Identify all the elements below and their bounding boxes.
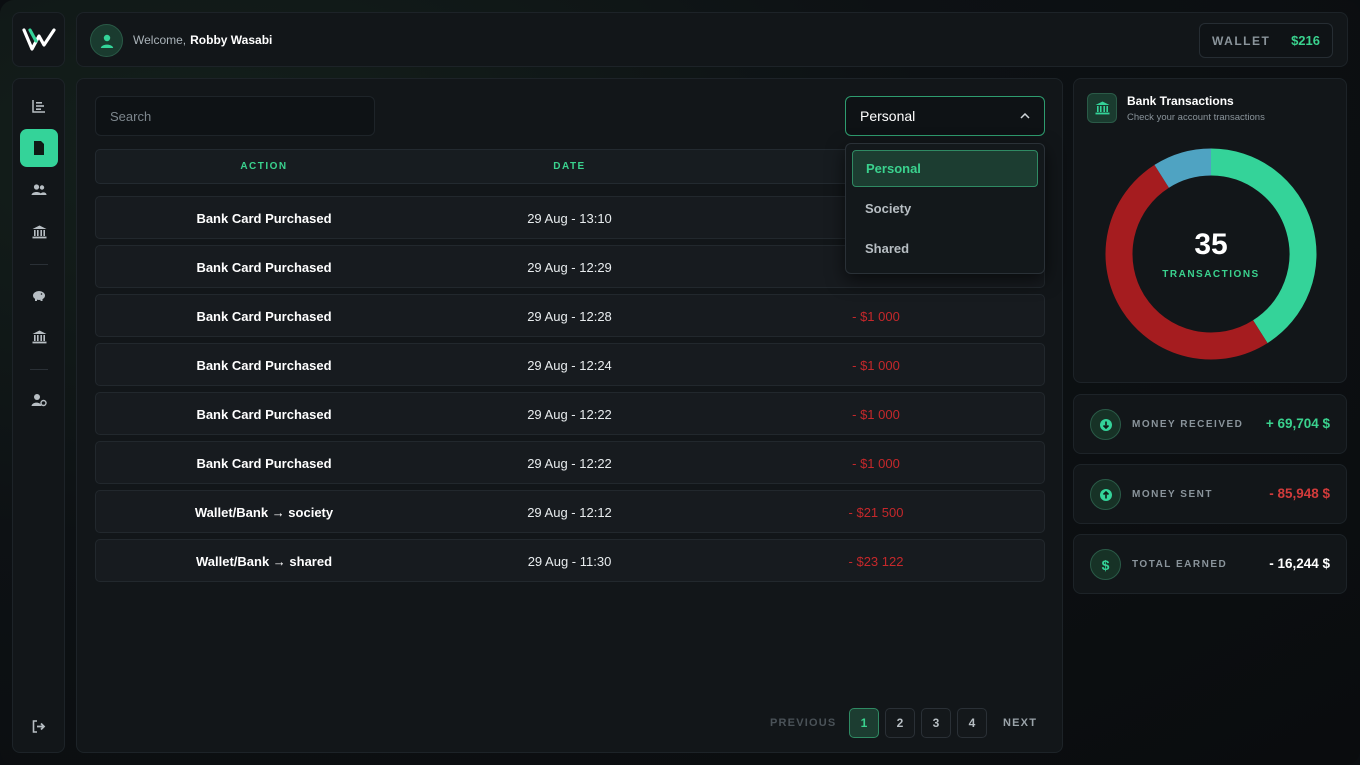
sidebar-item-savings[interactable] (20, 276, 58, 314)
sidebar-item-bank-2[interactable] (20, 318, 58, 356)
pagination-next[interactable]: NEXT (1003, 717, 1037, 729)
column-header-date[interactable]: DATE (433, 161, 706, 172)
page-button-4[interactable]: 4 (957, 708, 987, 738)
table-row[interactable]: Wallet/Bank → society 29 Aug - 12:12 - $21… (95, 490, 1045, 533)
app-window: Welcome, Robby Wasabi WALLET $216 Search… (0, 0, 1360, 765)
wallet-amount: $216 (1291, 33, 1320, 48)
bank-icon (1095, 101, 1109, 115)
page-button-2[interactable]: 2 (885, 708, 915, 738)
bank-icon (32, 330, 46, 344)
row-action: Wallet/Bank → society (194, 505, 334, 520)
stat-money-received: MONEY RECEIVED + 69,704 $ (1073, 394, 1347, 454)
table-row[interactable]: Bank Card Purchased 29 Aug - 12:22 - $1 00… (95, 441, 1045, 484)
username: Robby Wasabi (190, 33, 273, 47)
stat-money-sent: MONEY SENT - 85,948 $ (1073, 464, 1347, 524)
sidebar-item-stats[interactable] (20, 87, 58, 125)
table-row[interactable]: Bank Card Purchased 29 Aug - 12:28 - $1 00… (95, 294, 1045, 337)
row-date: 29 Aug - 12:28 (527, 309, 612, 324)
logo-icon (21, 27, 56, 51)
sidebar-item-bank[interactable] (20, 213, 58, 251)
users-icon (31, 184, 47, 195)
stat-value: - 16,244 $ (1269, 556, 1330, 571)
row-action: Bank Card Purchased (196, 456, 332, 471)
logo[interactable] (12, 12, 65, 67)
bank-card-subtitle: Check your account transactions (1127, 112, 1265, 123)
top-header: Welcome, Robby Wasabi WALLET $216 (76, 12, 1348, 67)
wallet-label: WALLET (1212, 33, 1271, 48)
row-action: Bank Card Purchased (196, 211, 332, 226)
wallet-balance: WALLET $216 (1199, 23, 1333, 58)
welcome-text: Welcome, Robby Wasabi (133, 33, 272, 47)
stat-icon-badge (1090, 479, 1121, 510)
dollar-icon: $ (1101, 556, 1110, 573)
page-button-3[interactable]: 3 (921, 708, 951, 738)
bank-icon-badge (1087, 93, 1117, 123)
document-icon (34, 141, 44, 155)
row-amount: - $1 000 (852, 456, 900, 471)
chevron-up-icon (1020, 113, 1030, 119)
row-action: Wallet/Bank → shared (195, 554, 333, 569)
sidebar-item-transactions[interactable] (20, 129, 58, 167)
user-settings-icon (31, 394, 47, 407)
row-date: 29 Aug - 12:24 (527, 358, 612, 373)
stat-total-earned: $ TOTAL EARNED - 16,244 $ (1073, 534, 1347, 594)
user-icon (100, 34, 113, 48)
transactions-count-label: TRANSACTIONS (1162, 269, 1260, 280)
table-row[interactable]: Bank Card Purchased 29 Aug - 12:24 - $1 00… (95, 343, 1045, 386)
donut-slice-blue (1154, 148, 1212, 188)
chart-icon (32, 100, 45, 113)
row-action: Bank Card Purchased (196, 358, 332, 373)
bank-card-title: Bank Transactions (1127, 94, 1234, 108)
logout-button[interactable] (20, 707, 58, 745)
stat-value: + 69,704 $ (1265, 416, 1330, 431)
piggy-bank-icon (33, 291, 45, 301)
row-amount: - $1 000 (852, 358, 900, 373)
select-value: Personal (860, 108, 916, 124)
row-date: 29 Aug - 12:29 (527, 260, 612, 275)
arrow-up-icon (1099, 488, 1112, 501)
table-row[interactable]: Bank Card Purchased 29 Aug - 12:22 - $1 00… (95, 392, 1045, 435)
page-button-1[interactable]: 1 (849, 708, 879, 738)
row-date: 29 Aug - 13:10 (527, 211, 612, 226)
stat-label: MONEY RECEIVED (1132, 419, 1244, 430)
arrow-down-icon (1099, 418, 1112, 431)
sidebar-item-users[interactable] (20, 171, 58, 209)
stat-icon-badge (1090, 409, 1121, 440)
sidebar (12, 78, 65, 753)
row-action: Bank Card Purchased (196, 309, 332, 324)
stat-label: TOTAL EARNED (1132, 559, 1228, 570)
column-header-action[interactable]: ACTION (96, 161, 432, 172)
bank-icon (32, 225, 46, 239)
logout-icon (32, 719, 46, 733)
sidebar-item-account-settings[interactable] (20, 381, 58, 419)
welcome-label: Welcome, (133, 33, 187, 47)
user-avatar[interactable] (90, 24, 123, 57)
account-type-select[interactable]: Personal (845, 96, 1045, 136)
row-date: 29 Aug - 11:30 (527, 554, 612, 569)
transactions-count: 35 (1194, 228, 1228, 261)
search-input[interactable] (95, 96, 375, 136)
stat-value: - 85,948 $ (1269, 486, 1330, 501)
row-action: Bank Card Purchased (196, 407, 332, 422)
row-amount: - $1 000 (852, 309, 900, 324)
row-date: 29 Aug - 12:22 (527, 456, 612, 471)
row-amount: - $21 500 (848, 505, 904, 520)
dropdown-option-personal[interactable]: Personal (852, 150, 1038, 187)
row-amount: - $23 122 (848, 554, 904, 569)
pagination-previous[interactable]: PREVIOUS (770, 717, 836, 729)
sidebar-divider (30, 369, 48, 370)
stat-label: MONEY SENT (1132, 489, 1213, 500)
bank-transactions-card: Bank Transactions Check your account tra… (1073, 78, 1347, 383)
dropdown-option-shared[interactable]: Shared (852, 230, 1038, 267)
dropdown-option-society[interactable]: Society (852, 190, 1038, 227)
sidebar-divider (30, 264, 48, 265)
row-amount: - $1 000 (852, 407, 900, 422)
row-date: 29 Aug - 12:12 (527, 505, 612, 520)
stat-icon-badge: $ (1090, 549, 1121, 580)
transactions-panel: Personal ACTION DATE Bank Card Purchased… (76, 78, 1063, 753)
account-type-dropdown: Personal Society Shared (845, 143, 1045, 274)
row-date: 29 Aug - 12:22 (527, 407, 612, 422)
row-action: Bank Card Purchased (196, 260, 332, 275)
table-row[interactable]: Wallet/Bank → shared 29 Aug - 11:30 - $23 … (95, 539, 1045, 582)
